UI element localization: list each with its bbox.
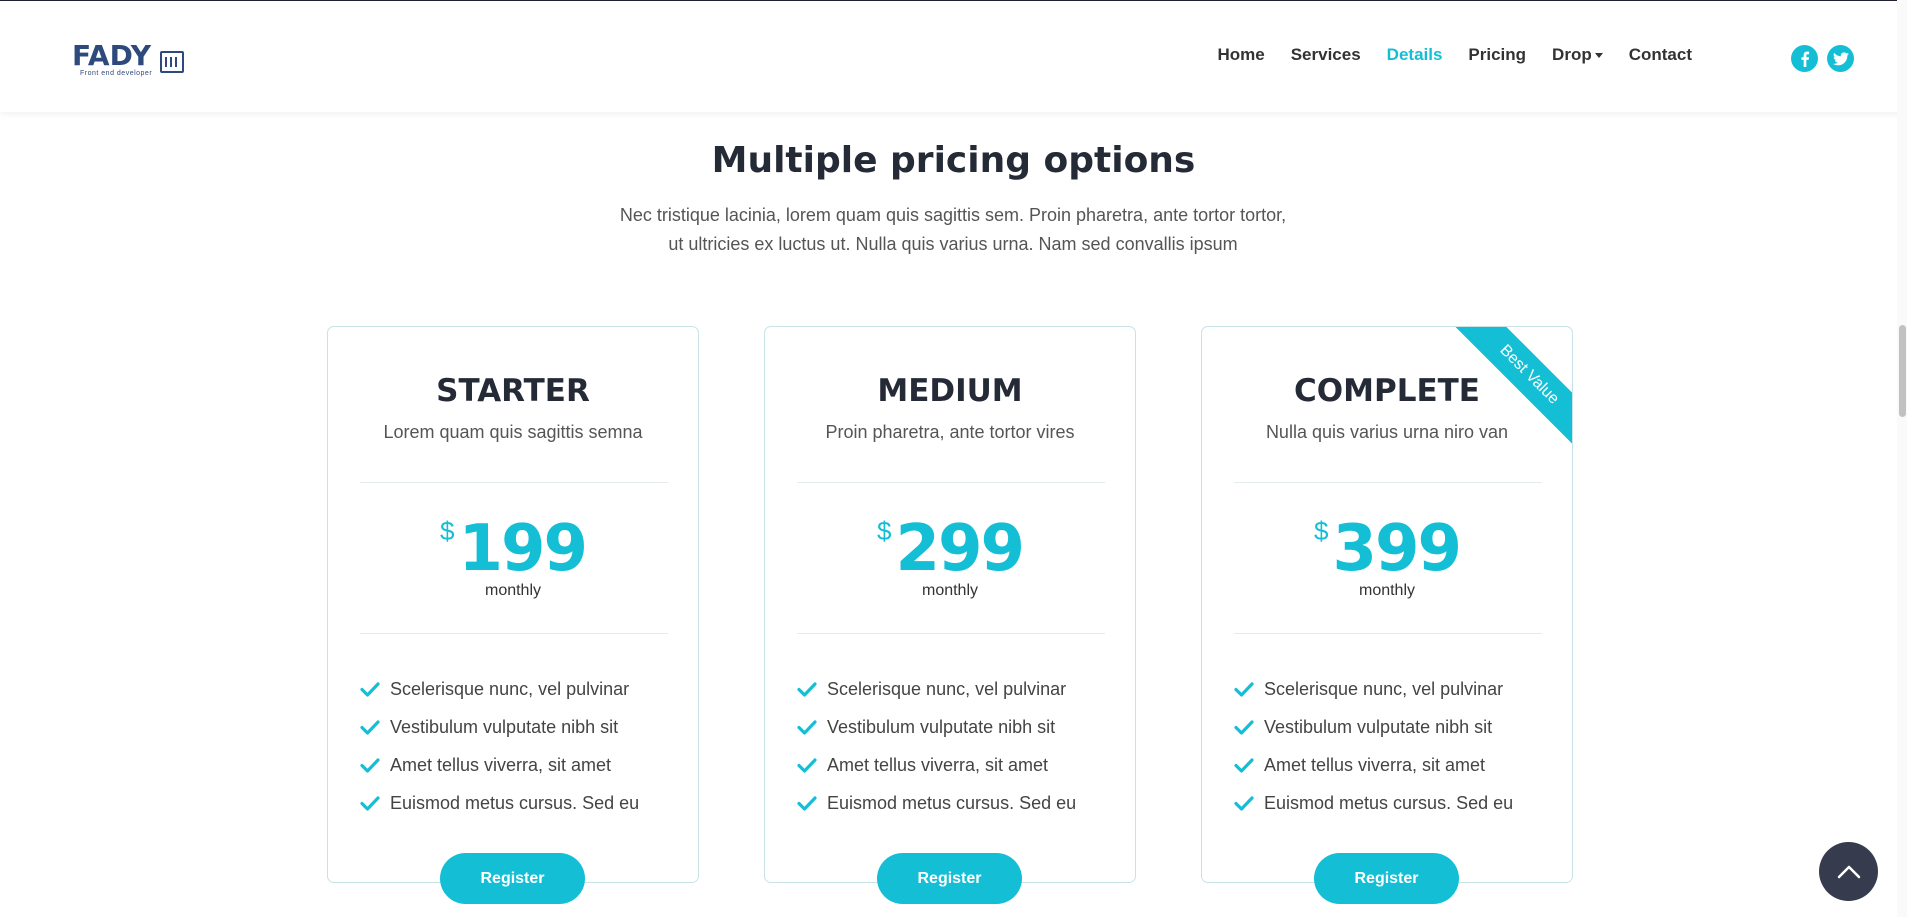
feature-text: Euismod metus cursus. Sed eu [390,792,640,813]
feature-item: Scelerisque nunc, vel pulvinar [1234,670,1513,708]
section-title: Multiple pricing options [711,140,1196,181]
main-nav: Home Services Details Pricing Drop Conta… [1217,45,1692,65]
feature-text: Scelerisque nunc, vel pulvinar [1264,678,1504,699]
feature-text: Scelerisque nunc, vel pulvinar [827,678,1067,699]
divider [797,633,1105,634]
feature-item: Scelerisque nunc, vel pulvinar [797,670,1076,708]
feature-item: Amet tellus viverra, sit amet [360,746,639,784]
feature-text: Scelerisque nunc, vel pulvinar [390,678,630,699]
divider [1234,482,1542,483]
check-icon [797,720,817,735]
feature-text: Vestibulum vulputate nibh sit [1264,716,1493,737]
nav-drop[interactable]: Drop [1552,45,1603,65]
price: $199 [328,512,698,586]
feature-item: Vestibulum vulputate nibh sit [797,708,1076,746]
divider [360,633,668,634]
logo-text: FADY [72,39,152,72]
check-icon [1234,682,1254,697]
divider [797,482,1105,483]
register-button-complete[interactable]: Register [1314,853,1459,904]
price: $399 [1202,512,1572,586]
check-icon [360,796,380,811]
navbar: FADY Front end developer Home Services D… [0,1,1907,112]
currency-symbol: $ [1313,516,1329,546]
plan-name: COMPLETE [1294,373,1480,409]
feature-text: Amet tellus viverra, sit amet [390,754,612,775]
pricing-card-starter: STARTER Lorem quam quis sagittis semna $… [327,326,699,883]
check-icon [1234,758,1254,773]
price-period: monthly [921,582,979,599]
scrollbar[interactable] [1897,0,1907,917]
currency-symbol: $ [876,516,892,546]
feature-text: Vestibulum vulputate nibh sit [390,716,619,737]
price-period: monthly [484,582,542,599]
register-button-starter[interactable]: Register [440,853,585,904]
check-icon [1234,796,1254,811]
currency-symbol: $ [439,516,455,546]
chevron-up-icon [1837,865,1860,878]
feature-item: Vestibulum vulputate nibh sit [360,708,639,746]
feature-text: Amet tellus viverra, sit amet [827,754,1049,775]
plan-subtitle: Nulla quis varius urna niro van [1265,422,1509,442]
check-icon [360,758,380,773]
feature-item: Vestibulum vulputate nibh sit [1234,708,1513,746]
feature-item: Amet tellus viverra, sit amet [1234,746,1513,784]
feature-list: Scelerisque nunc, vel pulvinar Vestibulu… [797,670,1076,822]
section-description-line2: ut ultricies ex luctus ut. Nulla quis va… [668,234,1238,254]
scrollbar-thumb[interactable] [1899,325,1906,417]
price: $299 [765,512,1135,586]
register-button-medium[interactable]: Register [877,853,1022,904]
back-to-top-button[interactable] [1819,842,1878,901]
nav-drop-label: Drop [1552,45,1592,64]
nav-pricing[interactable]: Pricing [1468,45,1526,65]
feature-item: Euismod metus cursus. Sed eu [797,784,1076,822]
price-amount: 199 [458,512,588,586]
price-amount: 399 [1332,512,1462,586]
pricing-card-medium: MEDIUM Proin pharetra, ante tortor vires… [764,326,1136,883]
feature-text: Vestibulum vulputate nibh sit [827,716,1056,737]
check-icon [360,720,380,735]
plan-subtitle: Lorem quam quis sagittis semna [383,422,643,442]
check-icon [797,682,817,697]
feature-item: Amet tellus viverra, sit amet [797,746,1076,784]
feature-item: Euismod metus cursus. Sed eu [1234,784,1513,822]
check-icon [1234,720,1254,735]
divider [360,482,668,483]
logo-tagline: Front end developer [80,70,153,77]
caret-down-icon [1594,53,1603,59]
nav-services[interactable]: Services [1291,45,1361,65]
plan-name: MEDIUM [877,373,1023,409]
nav-contact[interactable]: Contact [1629,45,1692,65]
nav-details[interactable]: Details [1387,45,1443,65]
feature-text: Amet tellus viverra, sit amet [1264,754,1486,775]
check-icon [360,682,380,697]
feature-list: Scelerisque nunc, vel pulvinar Vestibulu… [1234,670,1513,822]
feature-list: Scelerisque nunc, vel pulvinar Vestibulu… [360,670,639,822]
pricing-card-complete: Best Value COMPLETE Nulla quis varius ur… [1201,326,1573,883]
feature-item: Scelerisque nunc, vel pulvinar [360,670,639,708]
price-period: monthly [1358,582,1416,599]
check-icon [797,758,817,773]
section-description-line1: Nec tristique lacinia, lorem quam quis s… [619,205,1287,225]
feature-text: Euismod metus cursus. Sed eu [1264,792,1514,813]
price-amount: 299 [895,512,1025,586]
divider [1234,633,1542,634]
logo-mark-icon [160,51,184,73]
twitter-icon[interactable] [1827,45,1854,72]
section-description: Nec tristique lacinia, lorem quam quis s… [553,201,1353,259]
plan-subtitle: Proin pharetra, ante tortor vires [825,422,1075,442]
plan-name: STARTER [436,373,590,409]
check-icon [797,796,817,811]
feature-item: Euismod metus cursus. Sed eu [360,784,639,822]
facebook-icon[interactable] [1791,45,1818,72]
nav-home[interactable]: Home [1217,45,1264,65]
logo[interactable]: FADY Front end developer [72,39,187,83]
feature-text: Euismod metus cursus. Sed eu [827,792,1077,813]
